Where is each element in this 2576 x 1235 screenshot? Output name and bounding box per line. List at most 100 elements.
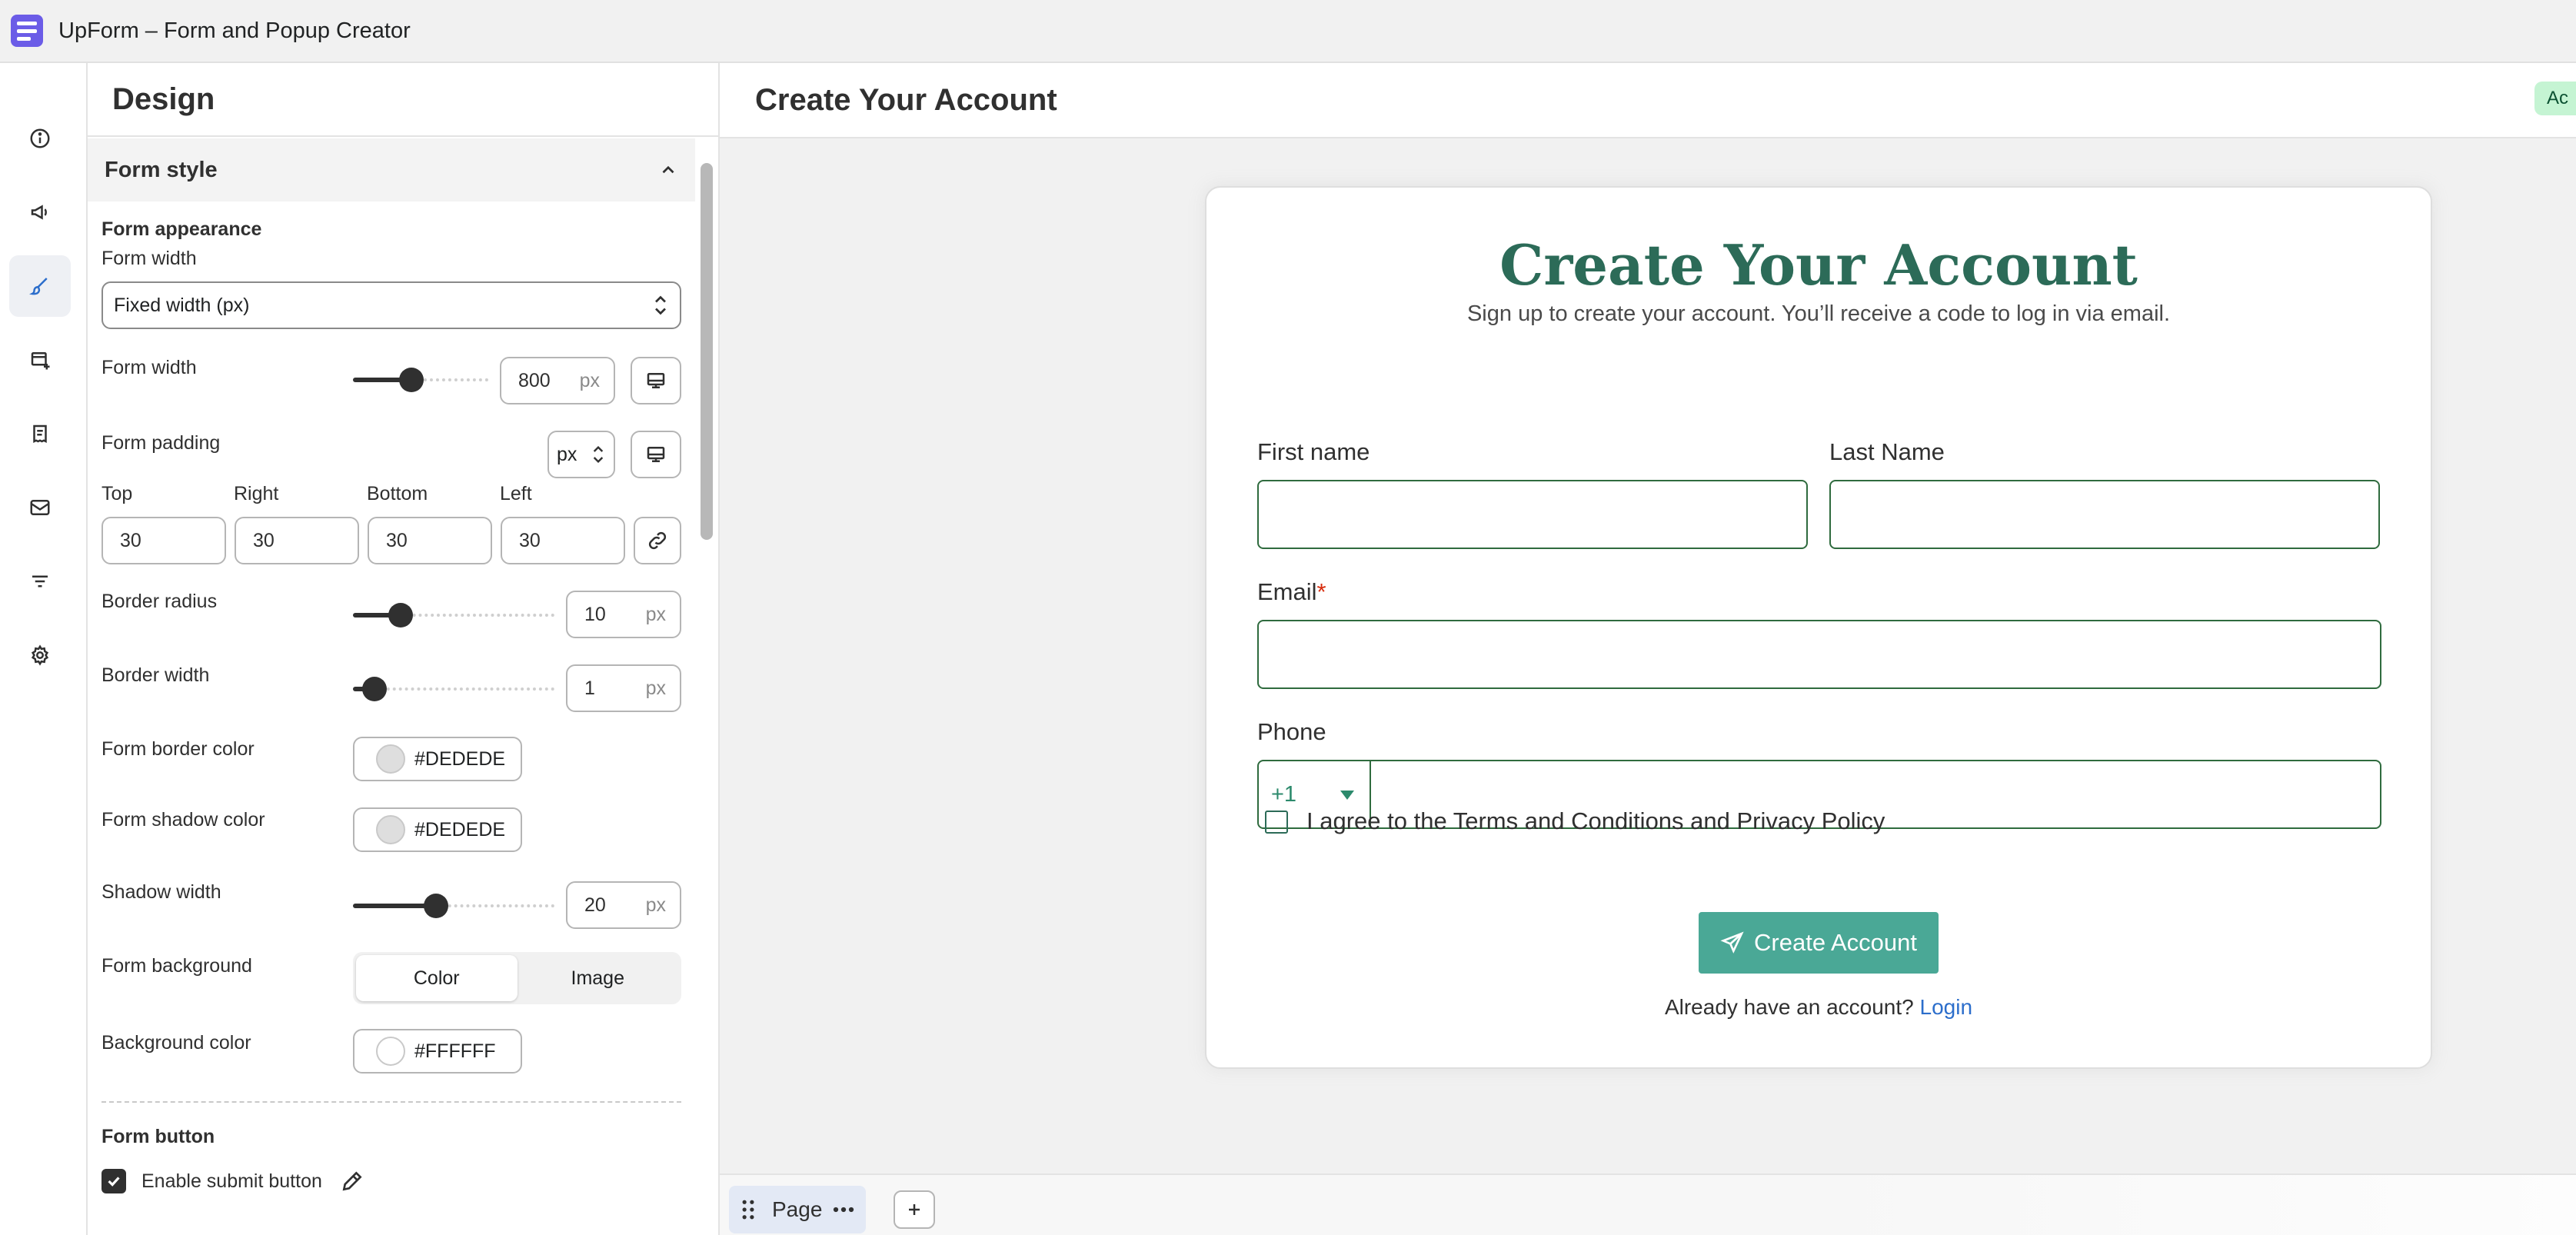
- design-title: Design: [112, 82, 215, 116]
- design-panel-header: Design: [88, 63, 718, 137]
- form-style-section-toggle[interactable]: Form style: [88, 138, 695, 201]
- padding-top-label: Top: [102, 483, 133, 504]
- border-radius-input[interactable]: 10 px: [566, 591, 681, 638]
- email-label: Email*: [1257, 578, 1326, 606]
- email-label-text: Email: [1257, 578, 1317, 605]
- form-appearance-heading: Form appearance: [102, 218, 262, 240]
- padding-bottom-input[interactable]: 30: [368, 517, 492, 564]
- last-name-label: Last Name: [1829, 438, 1945, 465]
- email-input[interactable]: [1257, 620, 2381, 689]
- slider-knob[interactable]: [399, 368, 424, 392]
- first-name-label: First name: [1257, 438, 1370, 465]
- select-arrows-icon: [593, 445, 604, 464]
- padding-unit-value: px: [557, 443, 577, 465]
- unit-label: px: [579, 369, 600, 391]
- background-type-toggle[interactable]: Color Image: [353, 952, 681, 1004]
- plus-icon: [909, 1204, 920, 1215]
- form-width-slider[interactable]: [353, 357, 488, 403]
- background-image-option[interactable]: Image: [518, 955, 679, 1001]
- slider-knob[interactable]: [361, 677, 387, 701]
- form-subtitle: Sign up to create your account. You’ll r…: [1466, 301, 2171, 326]
- mail-icon[interactable]: [9, 477, 71, 538]
- preview-title: Create Your Account: [755, 82, 1057, 117]
- brush-icon[interactable]: [9, 255, 71, 317]
- more-options-icon[interactable]: [832, 1201, 855, 1218]
- form-title: Create Your Account: [1499, 232, 2138, 298]
- receipt-icon[interactable]: [9, 403, 71, 464]
- link-padding-button[interactable]: [634, 517, 681, 564]
- app-bar: UpForm – Form and Popup Creator: [0, 0, 2576, 63]
- shadow-width-slider[interactable]: [353, 883, 554, 929]
- slider-knob[interactable]: [424, 894, 448, 918]
- border-radius-slider[interactable]: [353, 592, 554, 638]
- form-width-value: 800: [518, 369, 551, 391]
- app-logo-icon: [11, 15, 43, 47]
- padding-right-label: Right: [234, 483, 279, 504]
- padding-bottom-value: 30: [386, 529, 408, 551]
- megaphone-icon[interactable]: [9, 181, 71, 243]
- form-width-mode-select[interactable]: Fixed width (px): [102, 281, 681, 329]
- border-color-picker[interactable]: #DEDEDE: [353, 737, 522, 781]
- select-arrows-icon: [655, 295, 666, 315]
- background-color-label: Background color: [102, 1032, 251, 1054]
- page-tab[interactable]: Page: [729, 1186, 866, 1233]
- border-width-label: Border width: [102, 664, 210, 686]
- form-button-heading: Form button: [102, 1126, 215, 1147]
- form-card: Create Your Account Sign up to create yo…: [1205, 186, 2432, 1069]
- enable-submit-checkbox[interactable]: [102, 1169, 126, 1193]
- padding-right-value: 30: [253, 529, 275, 551]
- form-style-title: Form style: [105, 157, 218, 182]
- padding-top-value: 30: [120, 529, 141, 551]
- agree-checkbox[interactable]: [1265, 811, 1288, 834]
- padding-left-value: 30: [519, 529, 541, 551]
- shadow-width-input[interactable]: 20 px: [566, 881, 681, 929]
- padding-unit-select[interactable]: px: [547, 431, 615, 478]
- create-account-button[interactable]: Create Account: [1699, 912, 1939, 974]
- border-color-value: #DEDEDE: [414, 747, 506, 770]
- page-bar: Page: [720, 1173, 2576, 1235]
- shadow-width-label: Shadow width: [102, 881, 221, 903]
- shadow-color-picker[interactable]: #DEDEDE: [353, 807, 522, 852]
- shadow-color-value: #DEDEDE: [414, 818, 506, 841]
- form-width-input[interactable]: 800 px: [500, 357, 615, 404]
- border-width-input[interactable]: 1 px: [566, 664, 681, 712]
- drag-handle-icon[interactable]: [741, 1200, 755, 1220]
- padding-bottom-label: Bottom: [367, 483, 428, 504]
- phone-label: Phone: [1257, 718, 1326, 745]
- form-width-label: Form width: [102, 357, 197, 378]
- desktop-device-button[interactable]: [631, 431, 681, 478]
- form-width-mode-value: Fixed width (px): [114, 294, 250, 316]
- gear-icon[interactable]: [9, 624, 71, 686]
- padding-right-input[interactable]: 30: [235, 517, 359, 564]
- login-prompt: Already have an account? Login: [1206, 995, 2431, 1020]
- background-color-option[interactable]: Color: [356, 955, 518, 1001]
- last-name-input[interactable]: [1829, 480, 2380, 549]
- login-link[interactable]: Login: [1920, 995, 1973, 1019]
- filter-icon[interactable]: [9, 551, 71, 612]
- background-color-picker[interactable]: #FFFFFF: [353, 1029, 522, 1074]
- add-page-button[interactable]: [894, 1190, 935, 1229]
- desktop-device-button[interactable]: [631, 357, 681, 404]
- desktop-icon: [647, 373, 665, 388]
- checkmark-icon: [108, 1177, 120, 1187]
- border-radius-value: 10: [584, 603, 606, 625]
- info-icon[interactable]: [9, 108, 71, 169]
- border-width-value: 1: [584, 677, 595, 699]
- padding-top-input[interactable]: 30: [102, 517, 226, 564]
- nav-rail: [0, 63, 88, 1235]
- create-account-label: Create Account: [1754, 929, 1917, 956]
- slider-knob[interactable]: [388, 603, 413, 627]
- pencil-icon[interactable]: [340, 1169, 364, 1193]
- first-name-input[interactable]: [1257, 480, 1808, 549]
- shadow-color-label: Form shadow color: [102, 809, 265, 831]
- unit-label: px: [645, 894, 666, 916]
- form-padding-label: Form padding: [102, 432, 221, 454]
- design-panel: Design Form style Form appearance Form w…: [88, 63, 720, 1235]
- caret-down-icon: [1340, 791, 1354, 800]
- padding-left-input[interactable]: 30: [501, 517, 625, 564]
- border-width-slider[interactable]: [353, 666, 554, 712]
- add-form-icon[interactable]: [9, 329, 71, 391]
- color-swatch: [376, 815, 405, 844]
- required-mark: *: [1316, 578, 1326, 605]
- panel-scrollbar[interactable]: [701, 163, 713, 540]
